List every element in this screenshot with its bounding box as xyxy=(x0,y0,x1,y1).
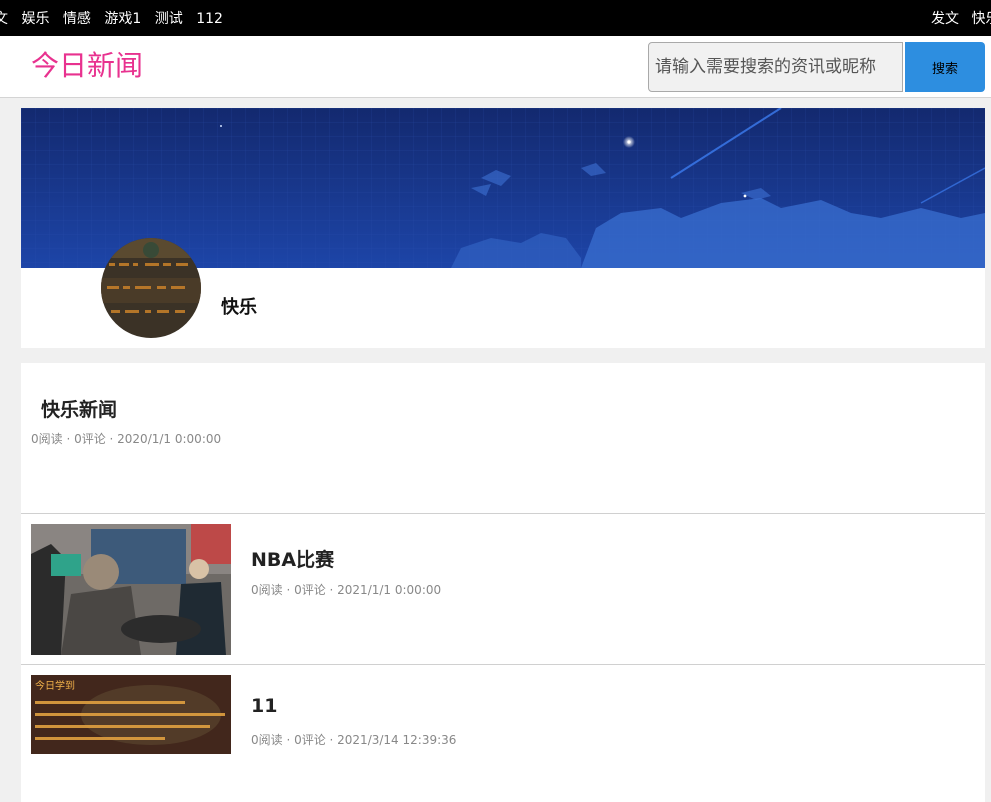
site-logo[interactable]: 今日新闻 xyxy=(31,50,143,82)
article-thumbnail[interactable]: 今日学到 xyxy=(31,675,231,754)
news-photo-image xyxy=(31,524,231,655)
nav-item-partial[interactable]: 文 xyxy=(0,11,8,27)
article-title[interactable]: 快乐新闻 xyxy=(41,395,117,422)
article-list: 快乐新闻 0阅读 · 0评论 · 2020/1/1 0:00:00 NBA比赛 … xyxy=(21,363,985,802)
list-item: 快乐新闻 0阅读 · 0评论 · 2020/1/1 0:00:00 xyxy=(21,363,985,514)
post-article-link[interactable]: 发文 xyxy=(931,11,959,27)
nav-item-emotion[interactable]: 情感 xyxy=(63,11,91,27)
list-item: NBA比赛 0阅读 · 0评论 · 2021/1/1 0:00:00 xyxy=(21,514,985,665)
article-meta: 0阅读 · 0评论 · 2021/1/1 0:00:00 xyxy=(251,583,442,597)
nav-item-entertainment[interactable]: 娱乐 xyxy=(21,11,49,27)
nav-item-game1[interactable]: 游戏1 xyxy=(104,11,141,27)
thumbnail-caption: 今日学到 xyxy=(35,681,75,692)
avatar-image xyxy=(101,238,201,338)
nav-item-112[interactable]: 112 xyxy=(196,11,223,27)
site-header: 今日新闻 搜索 xyxy=(0,36,991,98)
category-nav: 文 娱乐 情感 游戏1 测试 112 xyxy=(0,8,232,28)
user-name-link[interactable]: 快乐 xyxy=(971,11,991,27)
search-input[interactable] xyxy=(648,42,903,92)
article-meta: 0阅读 · 0评论 · 2021/3/14 12:39:36 xyxy=(251,733,457,747)
article-meta: 0阅读 · 0评论 · 2020/1/1 0:00:00 xyxy=(31,432,222,446)
search-button[interactable]: 搜索 xyxy=(905,42,985,92)
list-item: 今日学到 11 0阅读 · 0评论 · 2021/3/14 12:39:36 xyxy=(21,665,985,802)
nav-item-test[interactable]: 测试 xyxy=(155,11,183,27)
article-title[interactable]: 11 xyxy=(251,695,277,717)
user-nav: 发文 快乐 xyxy=(931,8,991,28)
top-nav-bar: 文 娱乐 情感 游戏1 测试 112 发文 快乐 xyxy=(0,0,991,36)
user-avatar[interactable] xyxy=(101,238,201,338)
profile-username: 快乐 xyxy=(221,297,257,318)
article-thumbnail[interactable] xyxy=(31,524,231,655)
article-title[interactable]: NBA比赛 xyxy=(251,545,334,572)
profile-card: 快乐 xyxy=(21,108,985,348)
